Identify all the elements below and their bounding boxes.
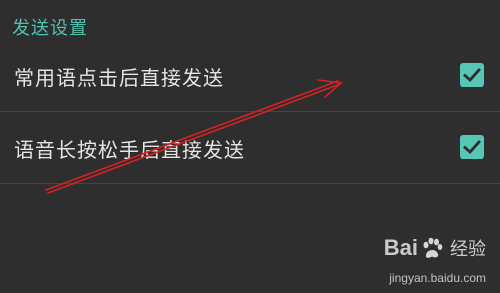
watermark-url: jingyan.baidu.com xyxy=(389,271,486,285)
paw-icon xyxy=(423,237,443,258)
watermark-brand-right: 经验 xyxy=(450,239,486,259)
settings-screen: 发送设置 常用语点击后直接发送 语音长按松手后直接发送 Bai 经验 jingy… xyxy=(0,0,500,293)
watermark-brand-left: Bai xyxy=(383,235,418,260)
watermark-logo: Bai 经验 xyxy=(384,233,486,263)
baidu-jingyan-watermark: Bai 经验 jingyan.baidu.com xyxy=(366,233,486,285)
